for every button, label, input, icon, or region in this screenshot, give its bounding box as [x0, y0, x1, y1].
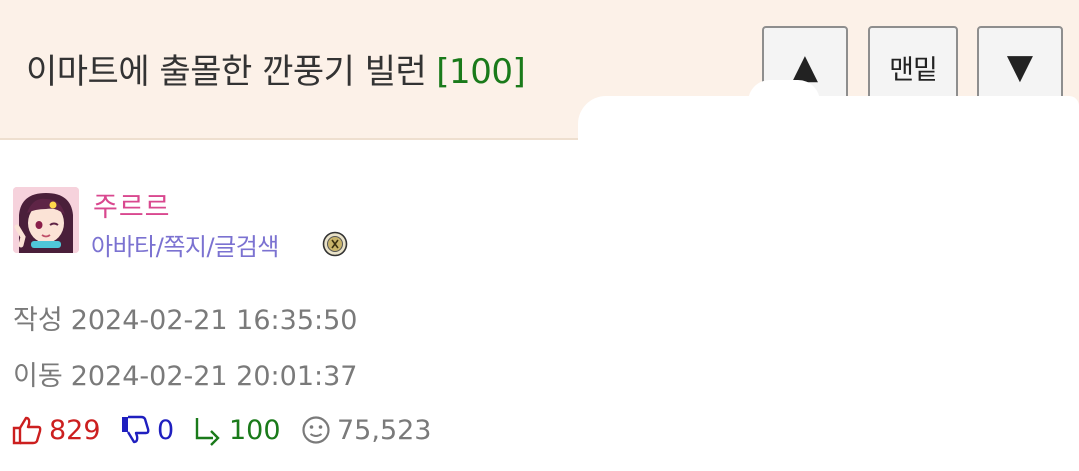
- redaction-bump: [890, 98, 934, 148]
- author-link-avatar[interactable]: 아바타: [91, 233, 156, 261]
- reply-arrow-icon: [195, 418, 220, 446]
- smiley-face-icon: [302, 416, 330, 444]
- post-page: 이마트에 출몰한 깐풍기 빌런 [100] ▲ 맨밑 ▼ 주르르 아바타/쪽지/…: [0, 0, 1079, 471]
- reply-stat[interactable]: 100: [191, 410, 281, 450]
- moved-value: 2024-02-21 20:01:37: [70, 361, 358, 392]
- moved-label: 이동: [13, 361, 63, 392]
- down-arrow-icon: ▼: [1006, 47, 1034, 87]
- author-avatar[interactable]: [13, 187, 79, 253]
- redaction-bump: [588, 112, 708, 172]
- created-value: 2024-02-21 16:35:50: [70, 305, 358, 336]
- created-date-row: 작성 2024-02-21 16:35:50: [13, 298, 357, 337]
- author-name[interactable]: 주르르: [93, 185, 171, 224]
- redaction-bump: [1040, 104, 1079, 154]
- link-separator: /: [206, 233, 215, 261]
- moved-date-row: 이동 2024-02-21 20:01:37: [13, 354, 357, 393]
- created-label: 작성: [13, 305, 63, 336]
- thumbs-up-icon: [12, 416, 42, 445]
- upvote-count: 829: [49, 414, 101, 446]
- downvote-stat[interactable]: 0: [119, 410, 174, 450]
- views-count: 75,523: [337, 414, 432, 446]
- reply-count: 100: [229, 414, 281, 446]
- anime-girl-avatar-icon: [13, 187, 79, 253]
- author-link-message[interactable]: 쪽지: [163, 233, 207, 261]
- author-link-search-posts[interactable]: 글검색: [214, 233, 279, 261]
- post-title: 이마트에 출몰한 깐풍기 빌런 [100]: [26, 44, 526, 93]
- scroll-bottom-label: 맨밑: [889, 54, 938, 86]
- level-badge-icon: [322, 231, 348, 257]
- comment-count[interactable]: [100]: [436, 52, 525, 92]
- post-title-text: 이마트에 출몰한 깐풍기 빌런: [26, 52, 427, 92]
- thumbs-down-icon: [122, 415, 150, 444]
- redaction-bump: [748, 80, 820, 150]
- author-links: 아바타/쪽지/글검색: [91, 227, 279, 262]
- views-stat: 75,523: [301, 410, 431, 450]
- upvote-stat[interactable]: 829: [11, 410, 101, 450]
- downvote-count: 0: [157, 414, 175, 446]
